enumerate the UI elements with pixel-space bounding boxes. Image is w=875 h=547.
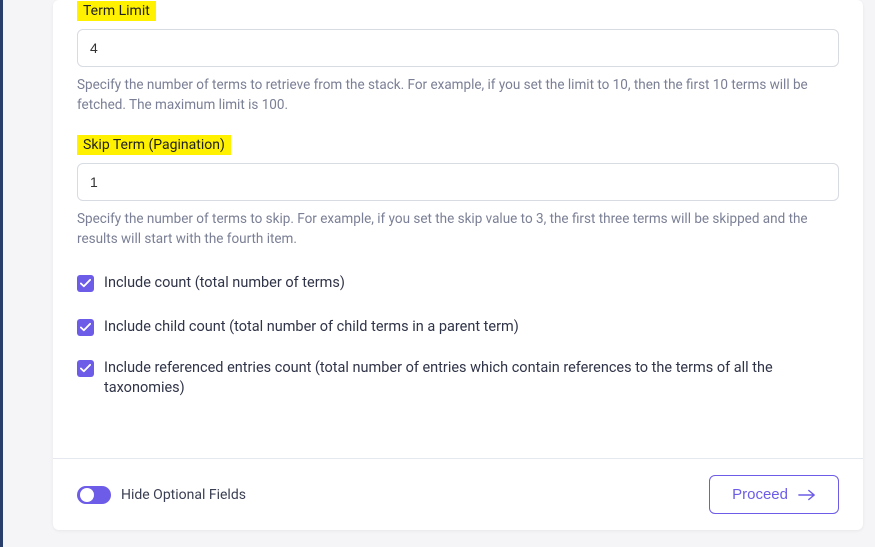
term-limit-label: Term Limit [77, 1, 156, 21]
form-footer: Hide Optional Fields Proceed [53, 458, 863, 530]
skip-term-help: Specify the number of terms to skip. For… [77, 209, 839, 250]
proceed-label: Proceed [732, 486, 788, 503]
term-limit-help: Specify the number of terms to retrieve … [77, 75, 839, 116]
include-count-checkbox[interactable] [77, 275, 94, 292]
include-child-count-checkbox[interactable] [77, 319, 94, 336]
include-count-label: Include count (total number of terms) [104, 273, 345, 293]
skip-term-field: Skip Term (Pagination) Specify the numbe… [77, 134, 839, 250]
skip-term-label: Skip Term (Pagination) [77, 135, 231, 155]
include-child-count-row[interactable]: Include child count (total number of chi… [77, 317, 839, 337]
term-limit-field: Term Limit Specify the number of terms t… [77, 0, 839, 116]
toggle-knob [80, 488, 94, 502]
hide-optional-toggle-wrap[interactable]: Hide Optional Fields [77, 486, 246, 504]
include-ref-entries-checkbox[interactable] [77, 360, 94, 377]
check-icon [80, 363, 91, 374]
include-ref-entries-row[interactable]: Include referenced entries count (total … [77, 358, 839, 399]
include-child-count-label: Include child count (total number of chi… [104, 317, 519, 337]
form-card: Term Limit Specify the number of terms t… [53, 0, 863, 530]
skip-term-input[interactable] [77, 163, 839, 201]
check-icon [80, 322, 91, 333]
arrow-right-icon [798, 489, 816, 501]
hide-optional-label: Hide Optional Fields [121, 487, 246, 503]
proceed-button[interactable]: Proceed [709, 475, 839, 514]
check-icon [80, 278, 91, 289]
include-ref-entries-label: Include referenced entries count (total … [104, 358, 839, 399]
term-limit-input[interactable] [77, 29, 839, 67]
include-count-row[interactable]: Include count (total number of terms) [77, 273, 839, 293]
hide-optional-toggle[interactable] [77, 486, 111, 504]
